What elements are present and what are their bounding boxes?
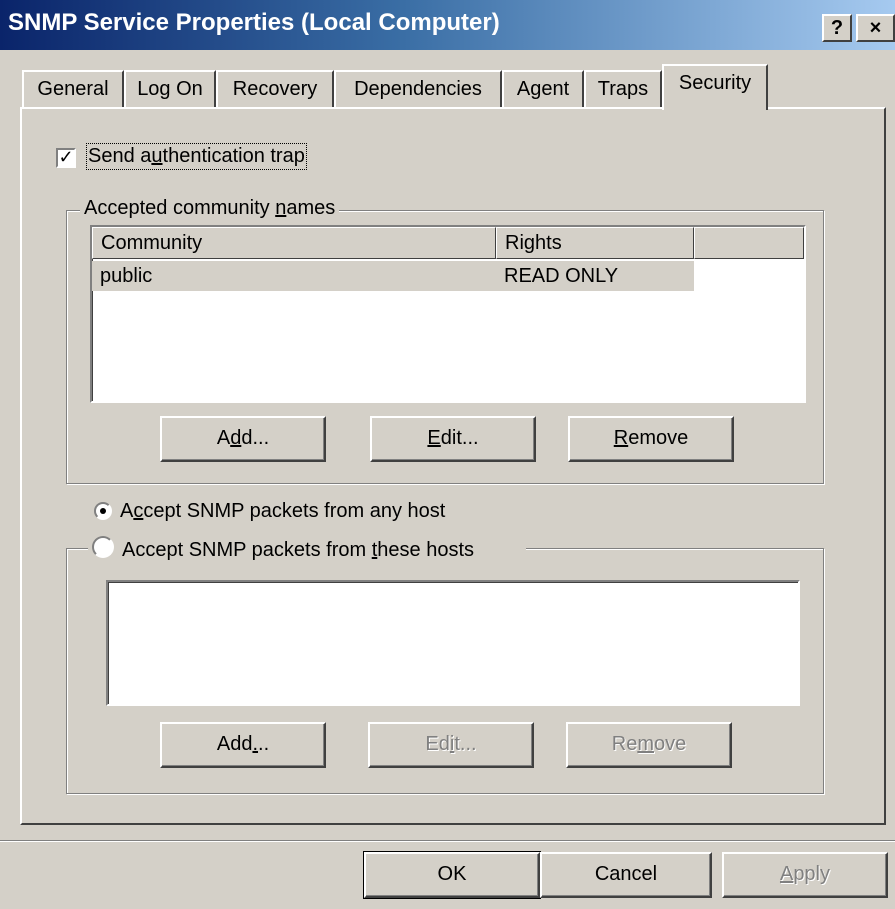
hosts-add-button[interactable]: Add... bbox=[160, 722, 326, 768]
tab-security[interactable]: Security bbox=[662, 64, 768, 110]
accept-any-host-label[interactable]: Accept SNMP packets from any host bbox=[120, 500, 445, 523]
tab-recovery[interactable]: Recovery bbox=[216, 70, 334, 108]
hosts-edit-button[interactable]: Edit... bbox=[368, 722, 534, 768]
help-button[interactable]: ? bbox=[822, 14, 852, 42]
table-row-community[interactable]: public bbox=[92, 261, 496, 291]
hosts-remove-button[interactable]: Remove bbox=[566, 722, 732, 768]
column-header-rights[interactable]: Rights bbox=[496, 227, 694, 259]
hosts-legend: Accept SNMP packets from these hosts bbox=[88, 536, 527, 562]
accept-any-host-radio[interactable] bbox=[94, 502, 112, 520]
tab-agent[interactable]: Agent bbox=[502, 70, 584, 108]
community-names-legend: Accepted community names bbox=[80, 197, 340, 220]
table-row-rights[interactable]: READ ONLY bbox=[496, 261, 694, 291]
tab-log-on[interactable]: Log On bbox=[124, 70, 216, 108]
window-title: SNMP Service Properties (Local Computer) bbox=[8, 9, 500, 36]
close-button[interactable]: × bbox=[856, 14, 895, 42]
ok-button[interactable]: OK bbox=[363, 851, 541, 899]
tab-traps[interactable]: Traps bbox=[584, 70, 662, 108]
community-edit-button[interactable]: Edit... bbox=[370, 416, 536, 462]
tab-general[interactable]: General bbox=[22, 70, 124, 108]
hosts-list[interactable] bbox=[106, 580, 800, 706]
column-header-empty[interactable] bbox=[694, 227, 804, 259]
column-header-community[interactable]: Community bbox=[92, 227, 496, 259]
community-list[interactable]: Community Rights public READ ONLY bbox=[90, 225, 806, 403]
cancel-button[interactable]: Cancel bbox=[540, 852, 712, 898]
radio-selected-dot bbox=[100, 508, 106, 514]
send-auth-trap-checkbox[interactable]: ✓ bbox=[56, 148, 76, 168]
community-remove-button[interactable]: Remove bbox=[568, 416, 734, 462]
accept-these-hosts-radio[interactable] bbox=[92, 536, 114, 558]
apply-button[interactable]: Apply bbox=[722, 852, 888, 898]
title-bar: SNMP Service Properties (Local Computer)… bbox=[0, 0, 895, 50]
footer-separator bbox=[0, 840, 895, 842]
send-auth-trap-label[interactable]: Send authentication trap bbox=[86, 143, 307, 170]
tab-dependencies[interactable]: Dependencies bbox=[334, 70, 502, 108]
community-add-button[interactable]: Add... bbox=[160, 416, 326, 462]
